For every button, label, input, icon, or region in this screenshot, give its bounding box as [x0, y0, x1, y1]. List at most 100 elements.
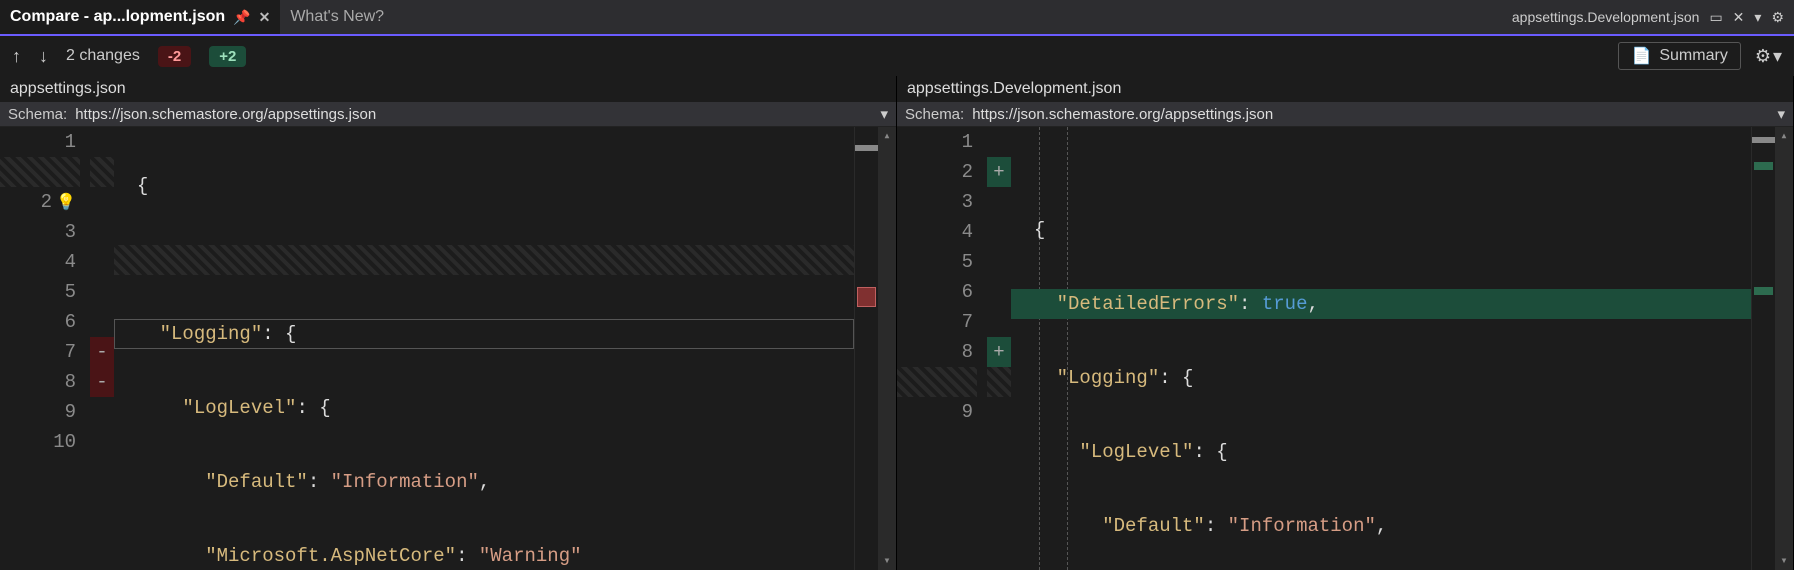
toolbar-right: 📄 Summary ⚙ ▾ — [1618, 42, 1782, 70]
tab-compare[interactable]: Compare - ap...lopment.json 📌 ✕ — [0, 0, 280, 34]
lightbulb-icon[interactable]: 💡 — [56, 194, 76, 212]
code-line: "LogLevel": { — [1011, 437, 1751, 467]
left-minimap[interactable] — [854, 127, 878, 570]
next-change-button[interactable]: ↓ — [39, 46, 48, 67]
right-filename: appsettings.Development.json — [897, 76, 1793, 102]
line-number: 2 — [897, 157, 977, 187]
chevron-down-icon[interactable]: ▾ — [880, 105, 888, 123]
scroll-down-icon[interactable]: ▾ — [1775, 552, 1793, 570]
changes-count: 2 changes — [66, 47, 140, 65]
line-number: 3 — [897, 187, 977, 217]
line-number-empty — [0, 157, 80, 187]
code-line: "Logging": { — [114, 319, 854, 349]
line-number: 9 — [897, 397, 977, 427]
left-code[interactable]: { "Logging": { "LogLevel": { "Default": … — [114, 127, 854, 570]
tab-whatsnew[interactable]: What's New? — [280, 0, 394, 34]
right-pane: appsettings.Development.json Schema: htt… — [897, 76, 1794, 570]
toolbar-left: ↑ ↓ 2 changes -2 +2 — [12, 46, 246, 67]
code-line: "Default": "Information", — [1011, 511, 1751, 541]
document-title: appsettings.Development.json — [1512, 9, 1700, 25]
line-number: 9 — [0, 397, 80, 427]
plus-marker: + — [987, 157, 1011, 187]
code-line-placeholder — [114, 245, 854, 275]
tab-title: Compare - ap...lopment.json — [10, 8, 225, 26]
diff-toolbar: ↑ ↓ 2 changes -2 +2 📄 Summary ⚙ ▾ — [0, 36, 1794, 76]
settings-button[interactable]: ⚙ ▾ — [1755, 46, 1782, 67]
prev-change-button[interactable]: ↑ — [12, 46, 21, 67]
minimap-add-marker — [1754, 162, 1773, 170]
tab-bar-right: appsettings.Development.json ▭ ✕ ▾ ⚙ — [1512, 0, 1794, 34]
code-line: "Default": "Information", — [114, 467, 854, 497]
schema-label: Schema: — [8, 106, 67, 123]
diff-panes: appsettings.json Schema: https://json.sc… — [0, 76, 1794, 570]
left-editor[interactable]: 1 2💡 3 4 5 6 7 8 9 10 - - — [0, 127, 896, 570]
line-number: 3 — [0, 217, 80, 247]
removed-badge: -2 — [158, 46, 191, 67]
scroll-down-icon[interactable]: ▾ — [878, 552, 896, 570]
right-scrollbar[interactable]: ▴ ▾ — [1775, 127, 1793, 570]
tab-bar: Compare - ap...lopment.json 📌 ✕ What's N… — [0, 0, 1794, 36]
left-schema-bar[interactable]: Schema: https://json.schemastore.org/app… — [0, 102, 896, 127]
line-number: 6 — [897, 277, 977, 307]
plus-marker: + — [987, 337, 1011, 367]
indent-guide — [1039, 127, 1040, 570]
code-line: "LogLevel": { — [114, 393, 854, 423]
right-minimap[interactable] — [1751, 127, 1775, 570]
pin-icon[interactable]: 📌 — [233, 9, 250, 26]
left-scrollbar[interactable]: ▴ ▾ — [878, 127, 896, 570]
summary-label: Summary — [1659, 47, 1727, 65]
code-line: { — [114, 171, 854, 201]
gear-icon: ⚙ — [1755, 46, 1771, 67]
minimap-add-marker — [1754, 287, 1773, 295]
line-number: 5 — [897, 247, 977, 277]
code-line: { — [1011, 215, 1751, 245]
line-number: 7 — [897, 307, 977, 337]
tab-bar-left: Compare - ap...lopment.json 📌 ✕ What's N… — [0, 0, 394, 34]
code-line: "Logging": { — [1011, 363, 1751, 393]
summary-button[interactable]: 📄 Summary — [1618, 42, 1740, 70]
line-number-empty — [897, 367, 977, 397]
schema-value: https://json.schemastore.org/appsettings… — [972, 106, 1769, 123]
schema-label: Schema: — [905, 106, 964, 123]
line-number: 1 — [0, 127, 80, 157]
minus-marker: - — [90, 367, 114, 397]
line-number: 1 — [897, 127, 977, 157]
tab-title: What's New? — [290, 8, 384, 26]
added-badge: +2 — [209, 46, 246, 67]
line-number: 4 — [897, 217, 977, 247]
right-editor[interactable]: 1 2 3 4 5 6 7 8 9 + + — [897, 127, 1793, 570]
line-number: 8 — [897, 337, 977, 367]
right-schema-bar[interactable]: Schema: https://json.schemastore.org/app… — [897, 102, 1793, 127]
left-filename: appsettings.json — [0, 76, 896, 102]
right-marker-column: + + — [987, 127, 1011, 570]
preview-icon[interactable]: ▭ — [1709, 9, 1722, 26]
scroll-up-icon[interactable]: ▴ — [878, 127, 896, 145]
right-code[interactable]: { "DetailedErrors": true, "Logging": { "… — [1011, 127, 1751, 570]
right-gutter: 1 2 3 4 5 6 7 8 9 — [897, 127, 987, 570]
left-marker-column: - - — [90, 127, 114, 570]
line-number: 10 — [0, 427, 80, 457]
close-icon[interactable]: ✕ — [1733, 9, 1745, 26]
line-number: 2💡 — [0, 187, 80, 217]
left-pane: appsettings.json Schema: https://json.sc… — [0, 76, 897, 570]
minimap-del-marker — [857, 287, 876, 307]
code-line-added: "DetailedErrors": true, — [1011, 289, 1751, 319]
scroll-up-icon[interactable]: ▴ — [1775, 127, 1793, 145]
schema-value: https://json.schemastore.org/appsettings… — [75, 106, 872, 123]
summary-icon: 📄 — [1631, 46, 1651, 66]
code-line: "Microsoft.AspNetCore": "Warning" — [114, 541, 854, 570]
chevron-down-icon[interactable]: ▾ — [1754, 9, 1761, 26]
chevron-down-icon: ▾ — [1773, 46, 1782, 67]
chevron-down-icon[interactable]: ▾ — [1777, 105, 1785, 123]
indent-guide — [1067, 127, 1068, 570]
line-number: 5 — [0, 277, 80, 307]
minimap-thumb[interactable] — [1752, 137, 1775, 143]
minimap-thumb[interactable] — [855, 145, 878, 151]
line-number: 8 — [0, 367, 80, 397]
left-gutter: 1 2💡 3 4 5 6 7 8 9 10 — [0, 127, 90, 570]
gear-icon[interactable]: ⚙ — [1771, 9, 1784, 26]
minus-marker: - — [90, 337, 114, 367]
line-number: 7 — [0, 337, 80, 367]
line-number: 4 — [0, 247, 80, 277]
close-icon[interactable]: ✕ — [259, 9, 271, 26]
